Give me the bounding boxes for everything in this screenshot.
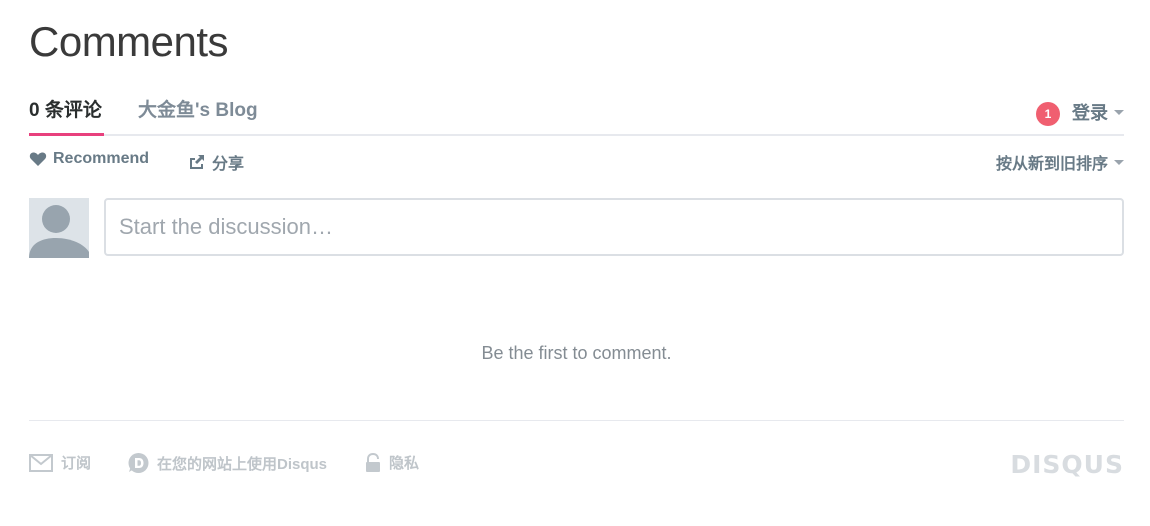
- login-label[interactable]: 登录: [1072, 99, 1108, 125]
- caret-down-icon: [1114, 109, 1124, 115]
- privacy-label: 隐私: [389, 455, 420, 472]
- avatar: [29, 198, 89, 258]
- tab-comment-count[interactable]: 0 条评论: [29, 99, 104, 136]
- privacy-link[interactable]: 隐私: [365, 452, 419, 473]
- share-icon: [190, 155, 204, 169]
- tab-site-name[interactable]: 大金鱼's Blog: [138, 99, 258, 136]
- recommend-button[interactable]: Recommend: [29, 150, 149, 168]
- notification-badge[interactable]: 1: [1036, 102, 1060, 126]
- page-title: Comments: [29, 18, 229, 65]
- mail-icon: [29, 453, 53, 472]
- comment-composer: Start the discussion…: [29, 198, 1124, 258]
- lock-icon: [366, 452, 380, 472]
- subscribe-label: 订阅: [61, 455, 92, 472]
- empty-state-message: Be the first to comment.: [481, 343, 672, 363]
- caret-down-icon: [1114, 159, 1124, 165]
- heart-icon: [29, 152, 47, 166]
- disqus-brand[interactable]: DISQUS: [1010, 450, 1124, 479]
- footer: 订阅 在您的网站上使用Disqus 隐私 DISQUS: [29, 450, 1124, 479]
- share-label: 分享: [212, 156, 245, 173]
- sort-dropdown[interactable]: 按从新到旧排序: [996, 150, 1124, 174]
- add-disqus-label: 在您的网站上使用Disqus: [157, 455, 328, 473]
- comments-nav: 0 条评论 大金鱼's Blog 1 登录: [29, 96, 1124, 136]
- login-menu[interactable]: 1 登录: [1036, 99, 1124, 126]
- comment-input[interactable]: Start the discussion…: [104, 198, 1124, 256]
- footer-divider: [29, 420, 1124, 421]
- disqus-logo-icon: [128, 453, 149, 473]
- share-button[interactable]: 分享: [188, 150, 244, 174]
- thread-actions: Recommend 分享 按从新到旧排序: [29, 150, 1124, 174]
- subscribe-link[interactable]: 订阅: [29, 452, 91, 473]
- avatar-placeholder-icon: [29, 205, 89, 258]
- recommend-label: Recommend: [53, 150, 150, 167]
- add-disqus-link[interactable]: 在您的网站上使用Disqus: [127, 452, 327, 474]
- sort-label: 按从新到旧排序: [995, 156, 1108, 173]
